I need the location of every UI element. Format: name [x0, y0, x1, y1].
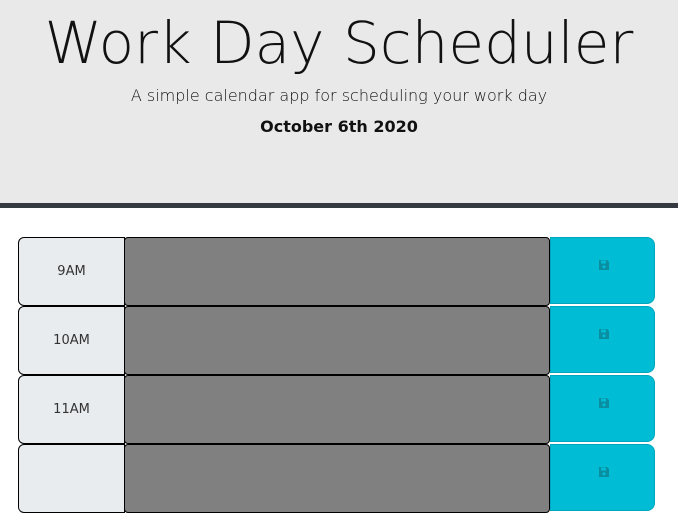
hour-label [18, 444, 125, 513]
current-date: October 6th 2020 [260, 117, 418, 136]
time-block-row: 10AM [18, 306, 656, 375]
event-description-input[interactable] [124, 237, 550, 306]
header: Work Day Scheduler A simple calendar app… [0, 0, 678, 208]
floppy-disk-icon [599, 329, 609, 339]
hour-label: 11AM [18, 375, 125, 444]
hour-label: 10AM [18, 306, 125, 375]
event-description-input[interactable] [124, 375, 550, 444]
time-block-row: 9AM [18, 237, 656, 306]
floppy-disk-icon [599, 260, 609, 270]
save-button[interactable] [550, 306, 655, 373]
time-block-row: 11AM [18, 375, 656, 444]
floppy-disk-icon [599, 467, 609, 477]
time-block-row [18, 444, 656, 513]
event-description-input[interactable] [124, 306, 550, 375]
floppy-disk-icon [599, 398, 609, 408]
time-block-list: 9AM 10AM 11AM [18, 237, 656, 513]
save-button[interactable] [550, 375, 655, 442]
page-subtitle: A simple calendar app for scheduling you… [130, 86, 548, 105]
page-title: Work Day Scheduler [44, 9, 634, 77]
hour-label: 9AM [18, 237, 125, 306]
save-button[interactable] [550, 237, 655, 304]
event-description-input[interactable] [124, 444, 550, 513]
save-button[interactable] [550, 444, 655, 511]
